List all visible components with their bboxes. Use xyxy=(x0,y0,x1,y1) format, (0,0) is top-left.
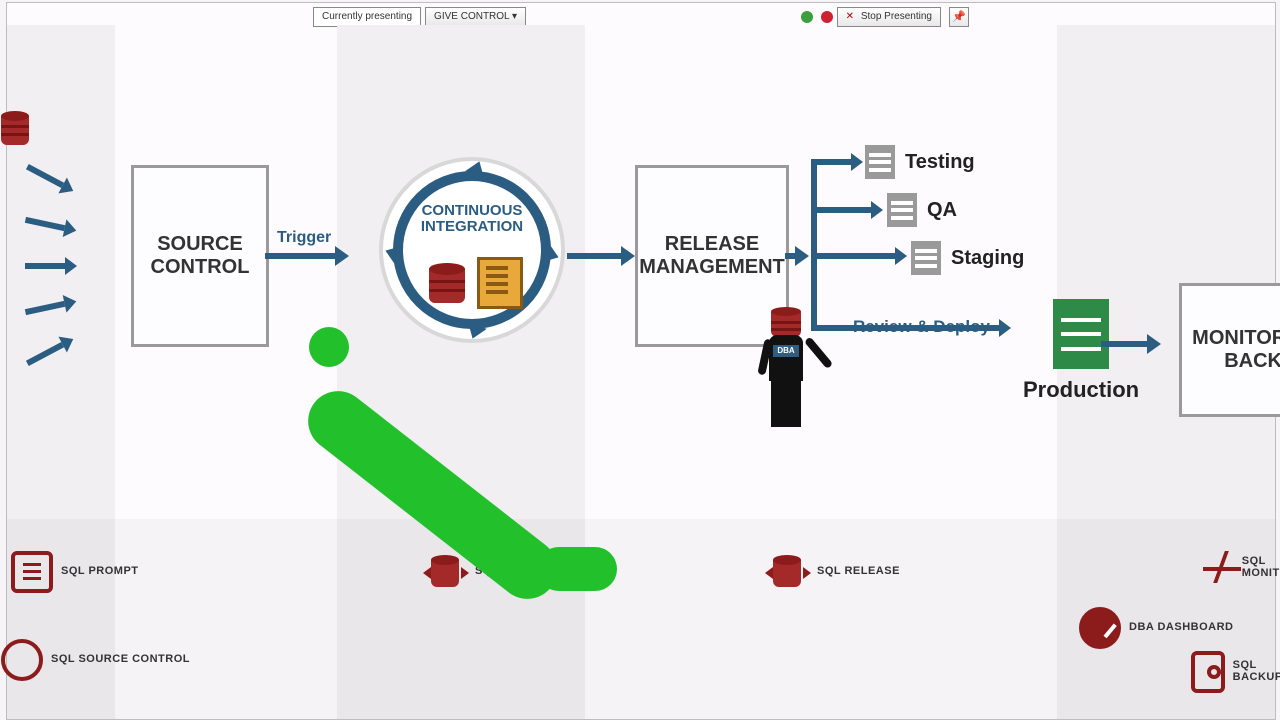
database-icon xyxy=(1,111,29,145)
tool-strip: SQL PROMPT SQL SOURCE CONTROL SQL CI SQL… xyxy=(7,519,1275,719)
tool-label: SQL SOURCE CONTROL xyxy=(51,654,190,666)
database-icon xyxy=(771,307,801,337)
review-deploy-label: Review & Deploy xyxy=(853,317,990,337)
dba-person-icon: DBA xyxy=(759,307,813,427)
presentation-stage: Currently presenting GIVE CONTROL ▾ ✕ St… xyxy=(6,2,1276,720)
arrow-icon xyxy=(811,207,871,213)
ci-label-line2: INTEGRATION xyxy=(379,219,565,235)
annotation-stroke xyxy=(537,547,617,591)
tool-dba-dashboard: DBA DASHBOARD xyxy=(1079,607,1233,649)
tool-sql-monitor: SQL MONITOR xyxy=(1201,547,1280,589)
env-label: Testing xyxy=(905,151,975,174)
tool-label: SQL PROMPT xyxy=(61,566,139,578)
env-label: QA xyxy=(927,199,957,222)
tool-sql-prompt: SQL PROMPT xyxy=(11,551,139,593)
tool-sql-backup: SQL BACKUP xyxy=(1191,651,1280,693)
database-icon xyxy=(429,263,465,303)
gauge-icon xyxy=(1079,607,1121,649)
scripts-icon xyxy=(477,257,523,309)
close-icon: ✕ xyxy=(846,11,854,22)
node-source-control: SOURCE CONTROL xyxy=(131,165,269,347)
arrow-icon xyxy=(265,253,335,259)
source-control-icon xyxy=(1,639,43,681)
server-icon xyxy=(865,145,895,179)
env-qa: QA xyxy=(887,193,957,227)
node-label: SOURCE CONTROL xyxy=(134,233,266,279)
tool-label: DBA DASHBOARD xyxy=(1129,622,1233,634)
presenter-toolbar-left: Currently presenting GIVE CONTROL ▾ xyxy=(313,7,530,27)
presenter-toolbar-right: ✕ Stop Presenting 📌 xyxy=(797,7,969,27)
give-control-label: GIVE CONTROL xyxy=(434,11,509,22)
trigger-label: Trigger xyxy=(277,229,331,247)
node-label: RELEASE MANAGEMENT xyxy=(638,233,786,279)
arrow-icon xyxy=(1101,341,1147,347)
arrow-icon xyxy=(567,253,621,259)
tool-label: SQL MONITOR xyxy=(1242,556,1280,579)
tool-sql-release: SQL RELEASE xyxy=(767,551,900,593)
node-label: CONTINUOUS INTEGRATION xyxy=(379,203,565,235)
prompt-icon xyxy=(11,551,53,593)
node-label: MONITORING & BACKUP xyxy=(1182,327,1280,373)
recording-indicator-icon xyxy=(821,11,833,23)
tool-label: SQL RELEASE xyxy=(817,566,900,578)
server-icon xyxy=(887,193,917,227)
env-production: Production xyxy=(1023,299,1139,403)
presenting-status: Currently presenting xyxy=(313,7,421,27)
arrow-icon xyxy=(811,253,895,259)
release-icon xyxy=(767,551,809,593)
ci-label-line1: CONTINUOUS xyxy=(379,203,565,219)
node-continuous-integration: CONTINUOUS INTEGRATION xyxy=(379,157,565,343)
stop-presenting-button[interactable]: ✕ Stop Presenting xyxy=(837,7,941,27)
tool-label: SQL BACKUP xyxy=(1233,660,1280,683)
pin-toolbar-button[interactable]: 📌 xyxy=(949,7,969,27)
branch-trunk xyxy=(811,159,817,331)
monitor-icon xyxy=(1201,547,1234,589)
give-control-button[interactable]: GIVE CONTROL ▾ xyxy=(425,7,526,27)
status-indicator-icon xyxy=(801,11,813,23)
ci-arrow-ring xyxy=(393,171,551,329)
env-testing: Testing xyxy=(865,145,975,179)
arrow-icon xyxy=(811,159,851,165)
tool-sql-source-control: SQL SOURCE CONTROL xyxy=(1,639,190,681)
server-icon xyxy=(1053,299,1109,369)
node-monitoring-backup: MONITORING & BACKUP xyxy=(1179,283,1280,417)
env-label: Staging xyxy=(951,247,1024,270)
arrow-stub xyxy=(785,253,795,259)
backup-icon xyxy=(1191,651,1225,693)
ci-icon xyxy=(425,551,467,593)
server-icon xyxy=(911,241,941,275)
stop-presenting-label: Stop Presenting xyxy=(861,11,932,22)
arrow-icon xyxy=(25,263,65,269)
env-staging: Staging xyxy=(911,241,1024,275)
dba-tag: DBA xyxy=(773,345,799,357)
annotation-dot xyxy=(309,327,349,367)
env-label: Production xyxy=(1023,377,1139,403)
